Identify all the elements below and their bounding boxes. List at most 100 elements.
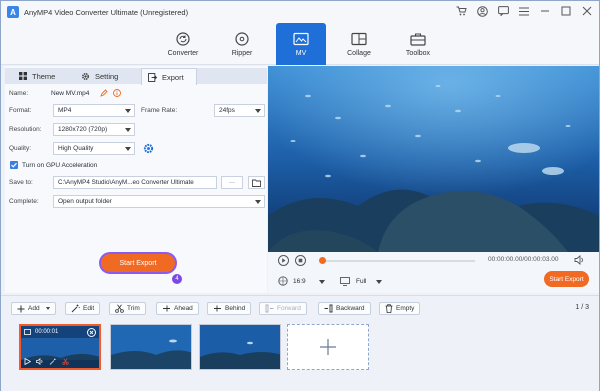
- info-icon[interactable]: [113, 89, 121, 99]
- tab-ripper[interactable]: Ripper: [217, 23, 267, 65]
- film-icon: [24, 329, 31, 335]
- edit-button[interactable]: Edit: [65, 302, 101, 315]
- volume-icon[interactable]: [574, 255, 585, 267]
- subtab-export[interactable]: Export: [141, 68, 197, 85]
- clip-actions: [24, 358, 69, 365]
- play-button[interactable]: [278, 255, 289, 266]
- frame-rate-select[interactable]: 24fps: [214, 104, 265, 117]
- volume-icon[interactable]: [36, 358, 44, 365]
- view-mode-value[interactable]: Full: [356, 278, 366, 285]
- chevron-down-icon[interactable]: [319, 280, 325, 284]
- tab-collage[interactable]: Collage: [334, 23, 384, 65]
- add-clip-slot[interactable]: [287, 324, 369, 370]
- ahead-icon: [163, 305, 170, 312]
- chevron-down-icon: [45, 307, 50, 310]
- frame-rate-label: Frame Rate:: [141, 107, 178, 114]
- window-title: AnyMP4 Video Converter Ultimate (Unregis…: [24, 7, 189, 17]
- play-icon: [282, 258, 286, 263]
- chevron-down-icon[interactable]: [376, 280, 382, 284]
- tab-converter-label: Converter: [167, 49, 199, 57]
- empty-button[interactable]: Empty: [379, 302, 421, 315]
- play-icon[interactable]: [24, 358, 31, 365]
- feedback-icon[interactable]: [497, 5, 509, 17]
- progress-handle[interactable]: [319, 257, 326, 264]
- open-folder-button[interactable]: [248, 176, 265, 189]
- stop-button[interactable]: [295, 255, 306, 266]
- page-indicator: 1 / 3: [575, 304, 589, 311]
- subtab-theme-label: Theme: [32, 71, 56, 81]
- quality-select[interactable]: High Quality: [53, 142, 135, 155]
- forward-label: Forward: [277, 305, 301, 312]
- trim-label: Trim: [127, 305, 140, 312]
- behind-icon: [214, 305, 221, 312]
- menu-icon[interactable]: [518, 5, 530, 17]
- clip-timeline: 00:00:01: [1, 320, 599, 391]
- quality-value: High Quality: [58, 145, 94, 152]
- complete-action-select[interactable]: Open output folder: [53, 195, 265, 208]
- stop-icon: [298, 258, 303, 263]
- resolution-label: Resolution:: [9, 126, 42, 133]
- resolution-select[interactable]: 1280x720 (720p): [53, 123, 135, 136]
- subtab-export-label: Export: [162, 72, 184, 82]
- tab-converter[interactable]: Converter: [158, 23, 208, 65]
- backward-button[interactable]: Backward: [318, 302, 371, 315]
- aspect-ratio-value[interactable]: 16:9: [293, 278, 306, 285]
- export-settings-panel: Theme Setting Export Name: New MV.mp4 Fo…: [5, 66, 267, 293]
- format-value: MP4: [58, 107, 72, 114]
- behind-button[interactable]: Behind: [207, 302, 252, 315]
- forward-button[interactable]: Forward: [259, 302, 307, 315]
- aspect-ratio-icon[interactable]: [278, 276, 288, 288]
- name-label: Name:: [9, 90, 29, 97]
- video-preview: [268, 66, 599, 252]
- chevron-down-icon: [125, 147, 131, 151]
- clip-thumbnail[interactable]: 00:00:01: [19, 324, 101, 370]
- subtab-theme[interactable]: Theme: [19, 68, 55, 84]
- clip-thumbnail[interactable]: [199, 324, 281, 370]
- start-export-button[interactable]: Start Export: [101, 254, 175, 272]
- subtab-setting[interactable]: Setting: [81, 68, 118, 84]
- minimize-icon[interactable]: [539, 5, 551, 17]
- chevron-down-icon: [125, 109, 131, 113]
- maximize-icon[interactable]: [560, 5, 572, 17]
- edit-name-icon[interactable]: [100, 89, 108, 99]
- toolbox-icon: [410, 33, 426, 46]
- resolution-value: 1280x720 (720p): [58, 126, 108, 133]
- save-to-label: Save to:: [9, 179, 33, 186]
- clip-image: [200, 325, 280, 369]
- player-controls: 00:00:00.00/00:00:03.00 16:9 Full Start …: [268, 252, 599, 293]
- quality-settings-gear-icon[interactable]: [143, 143, 154, 156]
- save-path-value: C:\AnyMP4 Studio\AnyM...eo Converter Ult…: [58, 179, 194, 186]
- clip-thumbnail[interactable]: [110, 324, 192, 370]
- ahead-label: Ahead: [174, 305, 193, 312]
- start-export-button-preview[interactable]: Start Export: [544, 271, 589, 287]
- title-bar: A AnyMP4 Video Converter Ultimate (Unreg…: [1, 1, 599, 23]
- mv-subtabs: Theme Setting Export: [5, 68, 267, 85]
- format-select[interactable]: MP4: [53, 104, 135, 117]
- close-icon[interactable]: [581, 5, 593, 17]
- cart-icon[interactable]: [455, 5, 467, 17]
- account-icon[interactable]: [476, 5, 488, 17]
- mv-icon: [293, 32, 309, 45]
- tab-toolbox[interactable]: Toolbox: [393, 23, 443, 65]
- remove-clip-button[interactable]: [87, 328, 96, 337]
- progress-track[interactable]: [320, 260, 475, 262]
- tab-mv[interactable]: MV: [276, 23, 326, 65]
- timeline-toolbar: Add Edit Trim Ahead Behind Forward Backw…: [1, 295, 599, 320]
- save-path-field[interactable]: C:\AnyMP4 Studio\AnyM...eo Converter Ult…: [53, 176, 217, 189]
- folder-icon: [252, 179, 261, 187]
- gpu-checkbox[interactable]: [10, 161, 18, 169]
- window-controls: [455, 5, 593, 17]
- effects-icon[interactable]: [49, 358, 57, 365]
- app-logo: A: [7, 6, 19, 18]
- complete-label: Complete:: [9, 198, 39, 205]
- trim-button[interactable]: Trim: [109, 302, 146, 315]
- ahead-button[interactable]: Ahead: [156, 302, 199, 315]
- monitor-icon: [340, 277, 350, 288]
- forward-icon: [265, 304, 274, 313]
- time-display: 00:00:00.00/00:00:03.00: [488, 256, 559, 263]
- browse-button[interactable]: ···: [221, 176, 243, 189]
- add-button[interactable]: Add: [11, 302, 56, 315]
- cut-icon[interactable]: [62, 358, 69, 365]
- plus-icon: [320, 339, 336, 355]
- chevron-down-icon: [255, 109, 261, 113]
